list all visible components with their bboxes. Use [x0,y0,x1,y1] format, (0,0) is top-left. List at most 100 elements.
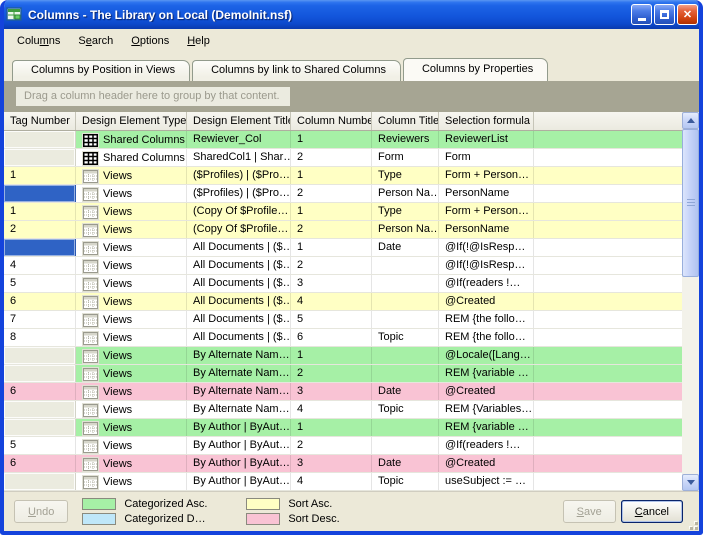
cell-design-element-title: By Alternate Nam… [187,365,291,382]
table-row[interactable]: Shared ColumnsSharedCol1 | Shar…2FormFor… [4,149,682,167]
cell-selection-formula: Form + Person… [439,203,534,220]
table-row[interactable]: 6ViewsAll Documents | ($…4@Created [4,293,682,311]
cell-design-element-title: SharedCol1 | Shar… [187,149,291,166]
column-header-selection-formula[interactable]: Selection formula [439,112,534,130]
cell-design-element-title: Rewiever_Col [187,131,291,148]
table-row[interactable]: ViewsBy Alternate Nam…2REM {variable … [4,365,682,383]
menu-item-options[interactable]: Options [122,32,178,50]
cell-column-title: Topic [372,329,439,346]
table-row[interactable]: 6ViewsBy Author | ByAut…3Date@Created [4,455,682,473]
tab-columns-by-position-in-views[interactable]: Columns by Position in Views [12,60,190,81]
cell-column-title: Topic [372,401,439,418]
cell-column-title: Type [372,203,439,220]
cell-design-element-type: Views [76,473,187,490]
cell-filler [534,419,682,436]
titlebar[interactable]: Columns - The Library on Local (DemoInit… [0,0,703,29]
table-row[interactable]: 5ViewsAll Documents | ($…3@If(readers !… [4,275,682,293]
menu-item-search[interactable]: Search [69,32,122,50]
cell-selection-formula: ReviewerList [439,131,534,148]
design-element-type-label: Views [103,458,132,470]
cell-design-element-title: By Author | ByAut… [187,419,291,436]
column-header-design-element-type[interactable]: Design Element Type [76,112,187,130]
table-row[interactable]: 8ViewsAll Documents | ($…6TopicREM {the … [4,329,682,347]
column-header-column-title[interactable]: Column Title [372,112,439,130]
table-row[interactable]: 7ViewsAll Documents | ($…5REM {the follo… [4,311,682,329]
menu-item-columns[interactable]: Columns [8,32,69,50]
cell-selection-formula: @If(!@IsResp… [439,257,534,274]
minimize-icon [638,18,646,21]
design-element-type-label: Views [103,260,132,272]
cell-design-element-type: Views [76,221,187,238]
cell-filler [534,257,682,274]
cell-column-number: 2 [291,365,372,382]
cell-tag-number [4,239,76,256]
column-header-column-number[interactable]: Column Number [291,112,372,130]
table-row[interactable]: 2Views(Copy Of $Profile…2Person Na…Perso… [4,221,682,239]
cell-tag-number: 8 [4,329,76,346]
tab-columns-by-properties[interactable]: Columns by Properties [403,58,548,81]
table-row[interactable]: ViewsBy Author | ByAut…1REM {variable … [4,419,682,437]
cell-filler [534,347,682,364]
table-row[interactable]: 1Views(Copy Of $Profile…1TypeForm + Pers… [4,203,682,221]
menu-item-help[interactable]: Help [178,32,219,50]
cell-column-number: 4 [291,473,372,490]
resize-grip[interactable] [686,518,698,530]
cell-selection-formula: @Created [439,455,534,472]
design-element-type-label: Views [103,404,132,416]
shared-columns-icon [82,151,99,166]
table-row[interactable]: 6ViewsBy Alternate Nam…3Date@Created [4,383,682,401]
vertical-scrollbar[interactable] [682,112,699,491]
column-header-tag-number[interactable]: Tag Number [4,112,76,130]
cancel-button[interactable]: Cancel [621,500,683,523]
table-row[interactable]: Shared ColumnsRewiever_Col1ReviewersRevi… [4,131,682,149]
table-row[interactable]: Views($Profiles) | ($Pro…2Person Na…Pers… [4,185,682,203]
cell-filler [534,167,682,184]
close-button[interactable]: ✕ [677,4,698,25]
group-by-bar[interactable]: Drag a column header here to group by th… [4,81,699,112]
table-row[interactable]: 1Views($Profiles) | ($Pro…1TypeForm + Pe… [4,167,682,185]
scroll-up-button[interactable] [682,112,699,129]
cell-filler [534,221,682,238]
undo-button[interactable]: Undo [14,500,68,523]
views-icon [82,385,99,400]
cell-tag-number: 2 [4,221,76,238]
cell-tag-number [4,473,76,490]
cell-column-number: 1 [291,239,372,256]
scroll-thumb[interactable] [682,129,699,277]
cell-column-number: 5 [291,311,372,328]
table-row[interactable]: ViewsAll Documents | ($…1Date@If(!@IsRes… [4,239,682,257]
cell-column-title [372,365,439,382]
table-rows: Shared ColumnsRewiever_Col 1 ReviewersRevi… [4,131,682,491]
cell-column-title [372,311,439,328]
save-button[interactable]: Save [563,500,616,523]
table-row[interactable]: ViewsBy Author | ByAut…4TopicuseSubject … [4,473,682,491]
views-icon [82,187,99,202]
cell-selection-formula: REM {the follo… [439,311,534,328]
cell-design-element-type: Shared Columns [76,131,187,148]
cell-selection-formula: @If(!@IsResp… [439,239,534,256]
legend-swatch [82,513,116,525]
cell-design-element-type: Views [76,455,187,472]
table-row[interactable]: 5ViewsBy Author | ByAut…2@If(readers !… [4,437,682,455]
table-row[interactable]: ViewsBy Alternate Nam…1@Locale([Lang… [4,347,682,365]
cell-design-element-title: (Copy Of $Profile… [187,203,291,220]
scroll-track[interactable] [682,277,699,474]
views-icon [82,295,99,310]
cell-design-element-type: Views [76,203,187,220]
table-row[interactable]: 4ViewsAll Documents | ($…2@If(!@IsResp… [4,257,682,275]
cell-design-element-title: All Documents | ($… [187,275,291,292]
cell-column-title [372,347,439,364]
cell-tag-number [4,149,76,166]
column-header-design-element-title[interactable]: Design Element Title [187,112,291,130]
tab-columns-by-link-to-shared-columns[interactable]: Columns by link to Shared Columns [192,60,401,81]
cell-column-title: Reviewers [372,131,439,148]
design-element-type-label: Views [103,296,132,308]
table-row[interactable]: ViewsBy Alternate Nam…4TopicREM {Variabl… [4,401,682,419]
cell-column-number: 6 [291,329,372,346]
cell-design-element-title: (Copy Of $Profile… [187,221,291,238]
maximize-button[interactable] [654,4,675,25]
minimize-button[interactable] [631,4,652,25]
legend-label: Sort Asc. [288,498,380,510]
cell-column-number: 2 [291,185,372,202]
scroll-down-button[interactable] [682,474,699,491]
